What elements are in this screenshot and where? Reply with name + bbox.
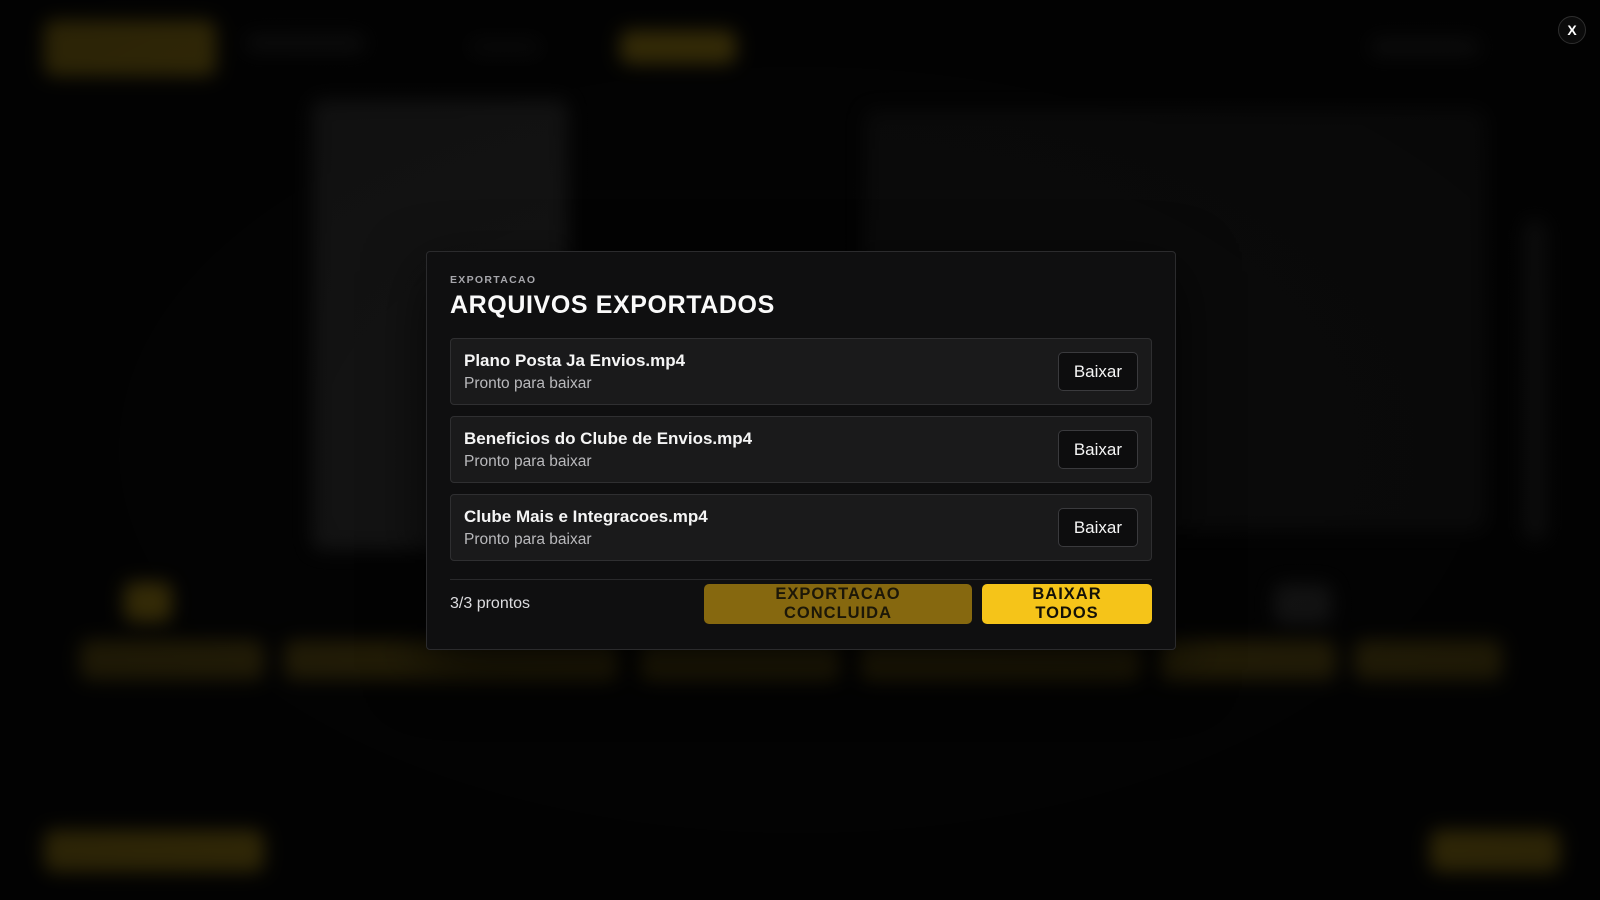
export-complete-button[interactable]: EXPORTACAO CONCLUIDA — [704, 584, 972, 624]
download-button[interactable]: Baixar — [1057, 352, 1138, 391]
modal-eyebrow: EXPORTACAO — [450, 274, 537, 286]
modal-title: ARQUIVOS EXPORTADOS — [450, 291, 775, 319]
download-button[interactable]: Baixar — [1057, 508, 1138, 547]
download-button[interactable]: Baixar — [1057, 430, 1138, 469]
footer-actions: EXPORTACAO CONCLUIDA BAIXAR TODOS — [704, 584, 1152, 624]
footer-divider — [450, 579, 1152, 580]
close-button[interactable]: X — [1558, 16, 1586, 44]
file-row: Plano Posta Ja Envios.mp4 Pronto para ba… — [450, 338, 1152, 405]
file-name: Clube Mais e Integracoes.mp4 — [464, 506, 708, 526]
ready-count: 3/3 prontos — [450, 595, 531, 612]
file-status: Pronto para baixar — [464, 530, 592, 548]
file-name: Plano Posta Ja Envios.mp4 — [464, 350, 686, 370]
file-info: Beneficios do Clube de Envios.mp4 Pronto… — [464, 429, 752, 471]
file-info: Plano Posta Ja Envios.mp4 Pronto para ba… — [464, 351, 685, 393]
file-status: Pronto para baixar — [464, 452, 592, 470]
file-list: Plano Posta Ja Envios.mp4 Pronto para ba… — [450, 338, 1152, 561]
file-row: Clube Mais e Integracoes.mp4 Pronto para… — [450, 494, 1152, 561]
download-all-button[interactable]: BAIXAR TODOS — [982, 584, 1152, 624]
file-row: Beneficios do Clube de Envios.mp4 Pronto… — [450, 416, 1152, 483]
export-modal: EXPORTACAO ARQUIVOS EXPORTADOS Plano Pos… — [426, 251, 1176, 650]
file-name: Beneficios do Clube de Envios.mp4 — [464, 428, 753, 448]
file-status: Pronto para baixar — [464, 374, 592, 392]
modal-footer: 3/3 prontos EXPORTACAO CONCLUIDA BAIXAR … — [450, 584, 1152, 624]
file-info: Clube Mais e Integracoes.mp4 Pronto para… — [464, 507, 708, 549]
